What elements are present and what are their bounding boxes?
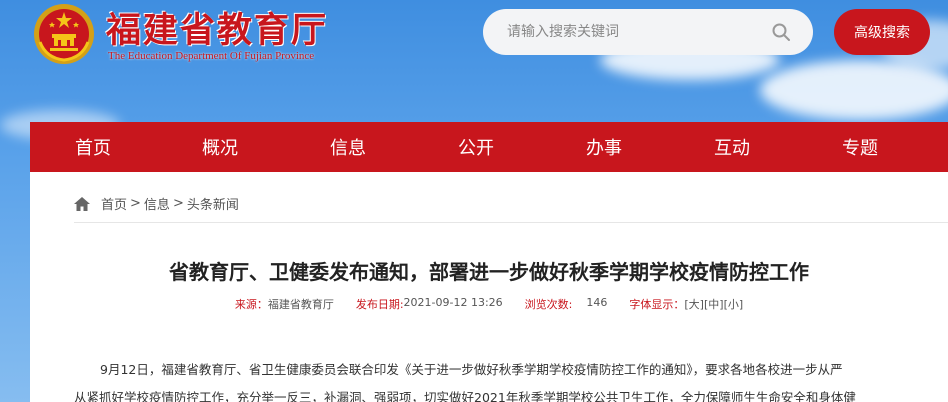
paragraph-line: 9月12日，福建省教育厅、省卫生健康委员会联合印发《关于进一步做好秋季学期学校疫… [100, 362, 843, 377]
main-nav: 首页 概况 信息 公开 办事 互动 专题 [30, 122, 948, 172]
breadcrumb: 首页 > 信息 > 头条新闻 [74, 194, 239, 213]
source-value: 福建省教育厅 [267, 298, 334, 311]
breadcrumb-home[interactable]: 首页 [101, 194, 127, 213]
search-box [483, 9, 813, 55]
nav-item-topics[interactable]: 专题 [796, 122, 924, 172]
font-size-label: 字体显示： [629, 298, 685, 311]
paragraph-line: 从紧抓好学校疫情防控工作，充分举一反三，补漏洞、强弱项，切实做好2021年秋季学… [74, 390, 856, 402]
date-value: 2021-09-12 13:26 [403, 296, 503, 309]
article-title: 省教育厅、卫健委发布通知，部署进一步做好秋季学期学校疫情防控工作 [169, 260, 809, 284]
nav-item-public[interactable]: 公开 [412, 122, 540, 172]
national-emblem-icon [34, 4, 94, 64]
nav-item-information[interactable]: 信息 [284, 122, 412, 172]
search-icon[interactable] [771, 22, 791, 42]
breadcrumb-separator: > [172, 196, 184, 211]
nav-item-overview[interactable]: 概况 [156, 122, 284, 172]
article-meta: 来源： 福建省教育厅 发布日期: 2021-09-12 13:26 浏览次数: … [30, 296, 948, 312]
breadcrumb-information[interactable]: 信息 [144, 194, 170, 213]
nav-item-services[interactable]: 办事 [540, 122, 668, 172]
site-title: 福建省教育厅 [106, 10, 329, 51]
article-container: 首页 > 信息 > 头条新闻 省教育厅、卫健委发布通知，部署进一步做好秋季学期学… [30, 172, 948, 402]
breadcrumb-separator: > [130, 196, 141, 211]
nav-item-home[interactable]: 首页 [30, 122, 156, 172]
divider [74, 222, 948, 223]
site-subtitle: The Education Department Of Fujian Provi… [108, 50, 315, 62]
font-size-small-button[interactable]: [小] [724, 296, 744, 312]
article-body: 9月12日，福建省教育厅、省卫生健康委员会联合印发《关于进一步做好秋季学期学校疫… [74, 356, 936, 402]
source-label: 来源： [234, 298, 268, 311]
font-size-large-button[interactable]: [大] [684, 296, 704, 312]
search-input[interactable] [507, 21, 757, 43]
views-value: 146 [586, 296, 608, 309]
advanced-search-button[interactable]: 高级搜索 [834, 9, 930, 55]
views-label: 浏览次数: [524, 298, 573, 311]
home-icon [74, 196, 90, 211]
breadcrumb-headline-news[interactable]: 头条新闻 [187, 194, 239, 213]
date-label: 发布日期: [355, 298, 404, 311]
site-header: 福建省教育厅 The Education Department Of Fujia… [0, 0, 948, 122]
nav-item-interaction[interactable]: 互动 [668, 122, 796, 172]
font-size-medium-button[interactable]: [中] [704, 296, 724, 312]
